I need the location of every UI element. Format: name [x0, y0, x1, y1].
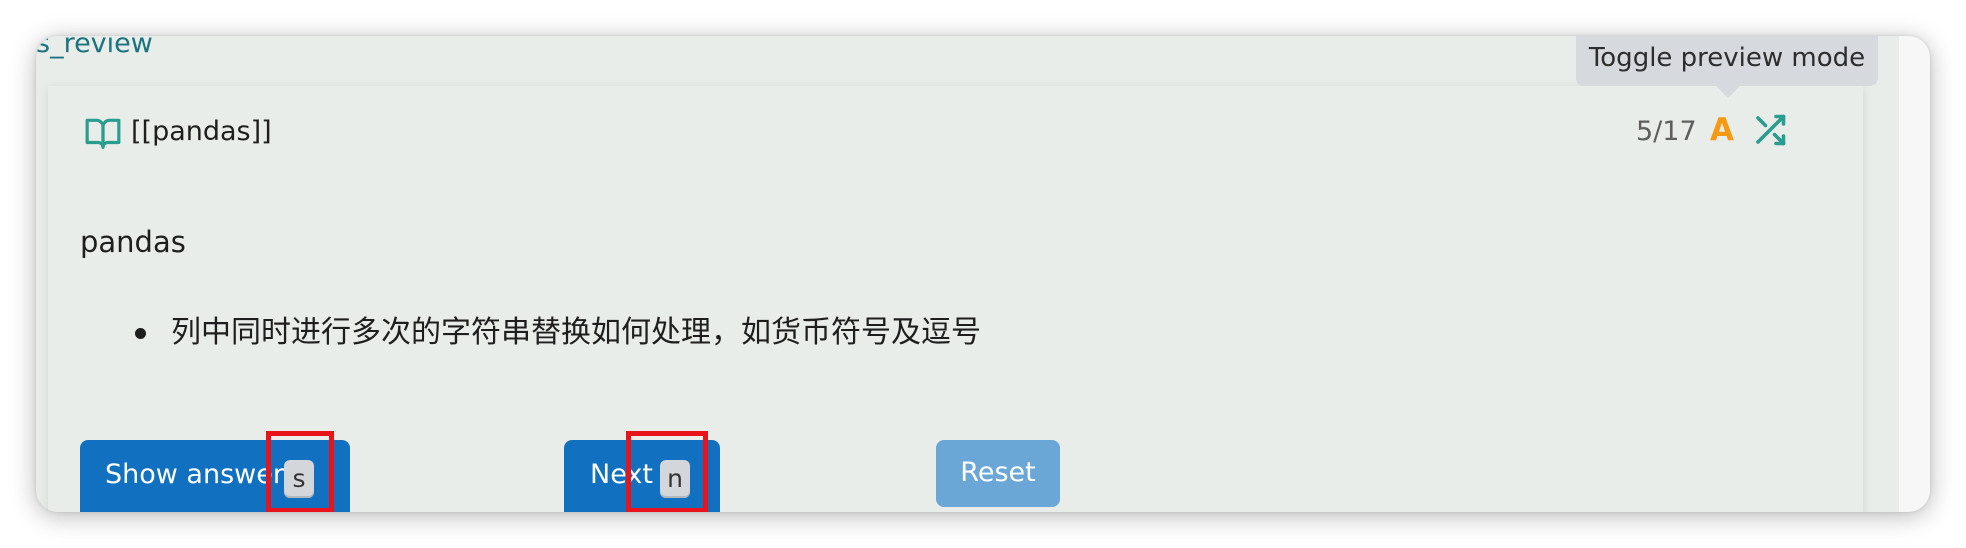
reset-button[interactable]: Reset [936, 440, 1060, 507]
highlight-box-next-shortcut [626, 431, 708, 512]
scrollbar-track[interactable] [1899, 36, 1930, 512]
book-icon [85, 118, 121, 149]
tooltip-arrow [1716, 86, 1740, 98]
page-title: s_review [36, 36, 153, 59]
app-window: s_review [[pandas]] 5/17 A Toggle previe… [36, 36, 1930, 512]
preview-mode-icon[interactable]: A [1710, 110, 1734, 150]
question-heading: pandas [80, 225, 186, 259]
note-link[interactable]: [[pandas]] [131, 113, 272, 151]
highlight-box-show-shortcut [266, 431, 334, 512]
card-counter: 5/17 [1636, 116, 1697, 147]
question-bullet: 列中同时进行多次的字符串替换如何处理，如货币符号及逗号 [171, 315, 981, 350]
tooltip: Toggle preview mode [1576, 36, 1878, 86]
bullet-marker [135, 328, 146, 339]
shuffle-icon[interactable] [1752, 112, 1788, 148]
